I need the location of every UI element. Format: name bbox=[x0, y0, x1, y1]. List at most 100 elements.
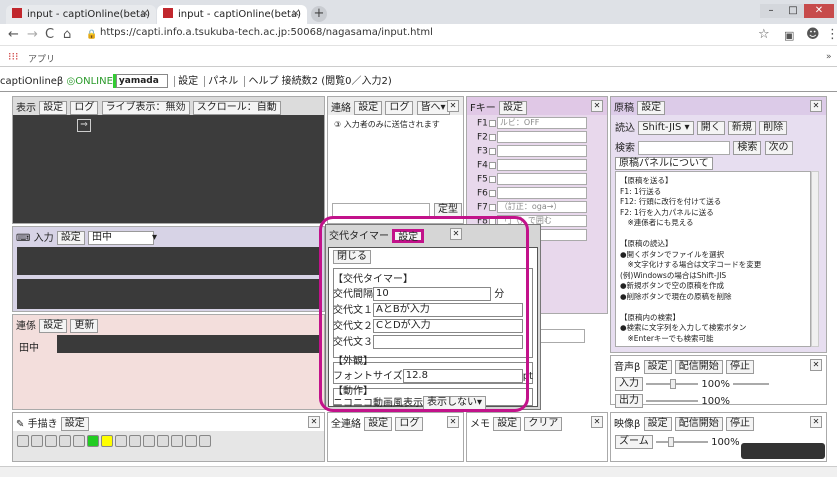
slider-knob[interactable] bbox=[667, 437, 674, 447]
input-text-area[interactable] bbox=[17, 279, 322, 309]
undo-tool-icon[interactable] bbox=[45, 435, 57, 447]
relay-update-button[interactable]: 更新 bbox=[70, 319, 99, 333]
close-icon[interactable]: ✕ bbox=[447, 100, 459, 112]
tab-close-icon[interactable]: × bbox=[141, 8, 149, 19]
fkey-checkbox[interactable] bbox=[488, 133, 496, 141]
close-icon[interactable]: ✕ bbox=[308, 416, 320, 428]
font-size-input[interactable]: 12.8 bbox=[402, 369, 523, 383]
close-icon[interactable]: ✕ bbox=[810, 359, 822, 371]
zoom-label[interactable]: ズーム bbox=[615, 435, 653, 449]
all-contact-settings-button[interactable]: 設定 bbox=[364, 417, 393, 431]
close-dialog-button[interactable]: 閉じる bbox=[333, 250, 371, 264]
display-log-button[interactable]: ログ bbox=[70, 101, 99, 115]
jump-icon[interactable]: ⇒ bbox=[77, 119, 91, 132]
profile-icon[interactable]: ☻ bbox=[806, 27, 820, 42]
url-field[interactable]: https://capti.info.a.tsukuba-tech.ac.jp:… bbox=[100, 27, 433, 38]
forward-icon[interactable]: → bbox=[27, 27, 38, 42]
green-color-icon[interactable] bbox=[87, 435, 99, 447]
fkey-settings-button[interactable]: 設定 bbox=[498, 101, 527, 115]
contact-log-button[interactable]: ログ bbox=[385, 101, 414, 115]
contact-input[interactable] bbox=[332, 203, 430, 217]
fkey-input[interactable] bbox=[496, 131, 587, 143]
audio-output-slider[interactable] bbox=[646, 400, 699, 402]
text-tool-icon[interactable] bbox=[129, 435, 141, 447]
manuscript-text[interactable]: 【原稿を送る】 F1: 1行送る F12: 行頭に改行を付けて送る F2: 1行を入力… bbox=[615, 171, 811, 347]
search-button[interactable]: 検索 bbox=[733, 141, 762, 155]
close-icon[interactable]: ✕ bbox=[810, 100, 822, 112]
bookmark-star-icon[interactable]: ☆ bbox=[758, 27, 770, 42]
yellow-color-icon[interactable] bbox=[101, 435, 113, 447]
minimize-icon[interactable]: – bbox=[760, 4, 782, 18]
menu-dots-icon[interactable]: ⋮ bbox=[826, 27, 837, 42]
encoding-select[interactable]: Shift-JIS ▾ bbox=[638, 121, 694, 135]
menu-panel[interactable]: パネル bbox=[208, 76, 238, 87]
audio-start-button[interactable]: 配信開始 bbox=[674, 360, 723, 374]
fkey-checkbox[interactable] bbox=[488, 175, 496, 183]
fkey-checkbox[interactable] bbox=[488, 119, 496, 127]
close-icon[interactable]: ✕ bbox=[810, 416, 822, 428]
fkey-checkbox[interactable] bbox=[488, 161, 496, 169]
slider-knob[interactable] bbox=[670, 379, 677, 389]
search-next-button[interactable]: 次の bbox=[764, 141, 793, 155]
fkey-input[interactable] bbox=[496, 187, 587, 199]
fkey-checkbox[interactable] bbox=[488, 147, 496, 155]
video-stop-button[interactable]: 停止 bbox=[725, 417, 754, 431]
fkey-input[interactable] bbox=[496, 159, 587, 171]
pen-tool-icon[interactable] bbox=[115, 435, 127, 447]
close-icon[interactable]: ✕ bbox=[591, 100, 603, 112]
timer-settings-button[interactable]: 設定 bbox=[392, 229, 425, 243]
bookmark-apps[interactable]: アプリ bbox=[28, 52, 55, 65]
erase-tool-icon[interactable] bbox=[31, 435, 43, 447]
tab-close-icon[interactable]: × bbox=[292, 8, 300, 19]
browser-tab-1[interactable]: input - captiOnline(beta) × bbox=[6, 5, 156, 24]
memo-clear-button[interactable]: クリア bbox=[524, 417, 563, 431]
text3-input[interactable] bbox=[373, 335, 523, 349]
text2-input[interactable]: CとDが入力 bbox=[373, 319, 523, 333]
maximize-icon[interactable]: □ bbox=[782, 4, 804, 18]
back-icon[interactable]: ← bbox=[8, 27, 19, 42]
new-tab-button[interactable]: + bbox=[311, 6, 327, 22]
audio-input-slider[interactable] bbox=[646, 379, 699, 389]
redo-tool-icon[interactable] bbox=[59, 435, 71, 447]
fkey-input[interactable] bbox=[496, 145, 587, 157]
search-input[interactable] bbox=[638, 141, 731, 155]
fkey-checkbox[interactable] bbox=[488, 203, 496, 211]
open-button[interactable]: 開く bbox=[696, 121, 725, 135]
input-settings-button[interactable]: 設定 bbox=[56, 231, 85, 245]
relay-settings-button[interactable]: 設定 bbox=[39, 319, 68, 333]
apps-grid-icon[interactable]: ⁝⁝⁝ bbox=[8, 50, 19, 63]
menu-settings[interactable]: 設定 bbox=[178, 76, 198, 87]
grid-tool-icon[interactable] bbox=[17, 435, 29, 447]
circle-tool-icon[interactable] bbox=[199, 435, 211, 447]
audio-input-label[interactable]: 入力 bbox=[615, 377, 643, 391]
delete-button[interactable]: 削除 bbox=[759, 121, 788, 135]
manuscript-settings-button[interactable]: 設定 bbox=[637, 101, 666, 115]
contact-target-select[interactable]: 皆へ▾ bbox=[416, 101, 450, 115]
zoom-slider[interactable] bbox=[655, 437, 708, 447]
browser-tab-2[interactable]: input - captiOnline(beta) × bbox=[157, 5, 307, 24]
line-tool-icon[interactable] bbox=[171, 435, 183, 447]
fixed-phrase-button[interactable]: 定型 bbox=[434, 203, 462, 217]
rect-tool-icon[interactable] bbox=[185, 435, 197, 447]
fkey-input[interactable] bbox=[496, 173, 587, 185]
text1-input[interactable]: AとBが入力 bbox=[373, 303, 523, 317]
manuscript-scrollbar[interactable] bbox=[811, 171, 819, 347]
close-icon[interactable]: ✕ bbox=[447, 416, 459, 428]
video-start-button[interactable]: 配信開始 bbox=[674, 417, 723, 431]
new-button[interactable]: 新規 bbox=[727, 121, 756, 135]
fkey-input[interactable]: （訂正：oga→） bbox=[496, 201, 587, 213]
brush-tool-icon[interactable] bbox=[157, 435, 169, 447]
fill-tool-icon[interactable] bbox=[143, 435, 155, 447]
ime-toolbar-icon[interactable] bbox=[741, 443, 825, 459]
contact-settings-button[interactable]: 設定 bbox=[354, 101, 383, 115]
display-settings-button[interactable]: 設定 bbox=[39, 101, 68, 115]
scroll-button[interactable]: スクロール：自動 bbox=[192, 101, 281, 115]
memo-settings-button[interactable]: 設定 bbox=[493, 417, 522, 431]
audio-output-label[interactable]: 出力 bbox=[615, 394, 643, 408]
home-icon[interactable]: ⌂ bbox=[63, 27, 71, 42]
live-display-button[interactable]: ライブ表示：無効 bbox=[101, 101, 190, 115]
window-close-icon[interactable]: ✕ bbox=[804, 4, 834, 18]
fkey-input[interactable]: ルビ：OFF bbox=[496, 117, 587, 129]
bookmarks-more-icon[interactable]: » bbox=[826, 52, 832, 62]
menu-help[interactable]: ヘルプ bbox=[248, 76, 278, 87]
